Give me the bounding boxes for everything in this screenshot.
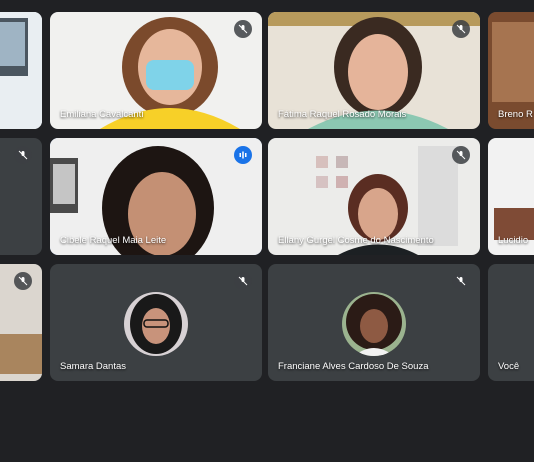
bottom-bar: [0, 387, 534, 462]
participant-name: Franciane Alves Cardoso De Souza: [278, 361, 429, 372]
mic-muted-icon: [14, 272, 32, 290]
participant-name: Fátima Raquel Rosado Morais: [278, 109, 407, 120]
avatar: [124, 292, 188, 356]
mic-speaking-icon: [234, 146, 252, 164]
participant-tile[interactable]: Breno R: [488, 12, 534, 129]
participant-tile-self[interactable]: Você: [488, 264, 534, 381]
participant-name: Emiliana Cavalcanti: [60, 109, 144, 120]
video-feed: [0, 12, 42, 129]
participant-tile[interactable]: Lucidio: [488, 138, 534, 255]
mic-muted-icon: [234, 20, 252, 38]
participant-name: Cibele Raquel Maia Leite: [60, 235, 167, 246]
mic-muted-icon: [452, 272, 470, 290]
participant-name: Breno R: [498, 109, 533, 120]
participant-tile[interactable]: Ellany Gurgel Cosme do Nascimento: [268, 138, 480, 255]
mic-muted-icon: [14, 146, 32, 164]
participant-tile-active-speaker[interactable]: Cibele Raquel Maia Leite: [50, 138, 262, 255]
participant-tile[interactable]: [0, 138, 42, 255]
mic-muted-icon: [452, 146, 470, 164]
participant-tile[interactable]: Samara Dantas: [50, 264, 262, 381]
participant-tile[interactable]: Fátima Raquel Rosado Morais: [268, 12, 480, 129]
participant-tile[interactable]: Emiliana Cavalcanti: [50, 12, 262, 129]
participant-name: Lucidio: [498, 235, 529, 246]
participant-tile[interactable]: [0, 264, 42, 381]
mic-muted-icon: [234, 272, 252, 290]
participant-name: Você: [498, 361, 520, 372]
participant-tile[interactable]: Franciane Alves Cardoso De Souza: [268, 264, 480, 381]
participant-tile[interactable]: [0, 12, 42, 129]
avatar: [342, 292, 406, 356]
mic-muted-icon: [452, 20, 470, 38]
participant-name: Samara Dantas: [60, 361, 127, 372]
participant-name: Ellany Gurgel Cosme do Nascimento: [278, 235, 434, 246]
